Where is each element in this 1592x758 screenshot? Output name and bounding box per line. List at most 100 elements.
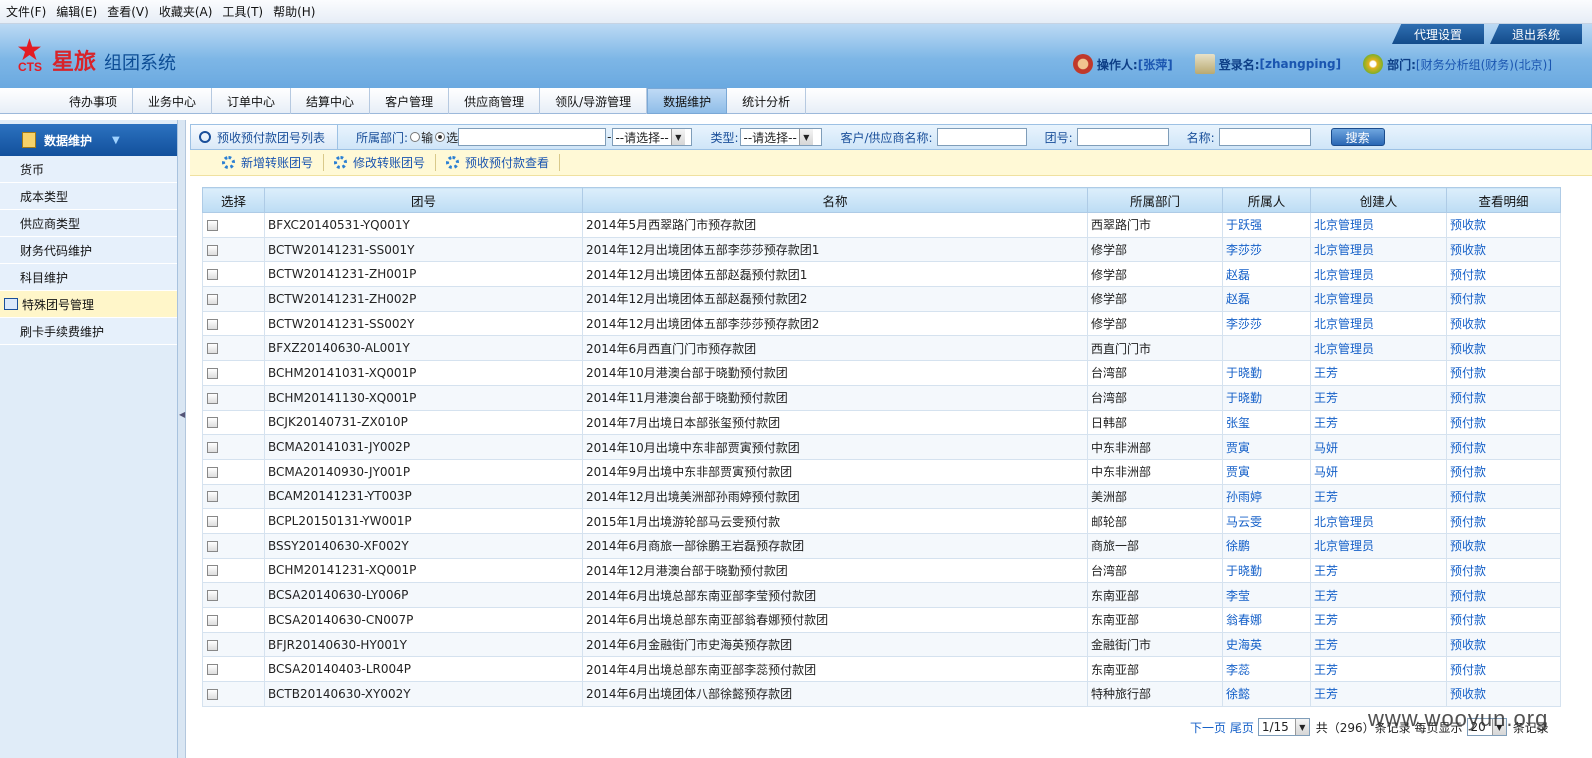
list-title-tab[interactable]: 预收预付款团号列表 xyxy=(191,125,339,149)
row-checkbox[interactable] xyxy=(207,540,218,552)
row-checkbox[interactable] xyxy=(207,466,218,478)
owner-cell[interactable]: 于跃强 xyxy=(1222,212,1311,238)
sidebar-item[interactable]: 刷卡手续费维护 xyxy=(0,318,177,345)
detail-link[interactable]: 预付款 xyxy=(1446,557,1561,584)
name-input[interactable] xyxy=(1218,128,1311,146)
menu-item[interactable]: 收藏夹(A) xyxy=(159,3,213,20)
nav-tab[interactable]: 结算中心 xyxy=(291,88,371,114)
detail-link[interactable]: 预收款 xyxy=(1446,236,1561,263)
detail-link[interactable]: 预付款 xyxy=(1446,409,1561,436)
creator-cell[interactable]: 王芳 xyxy=(1310,681,1447,707)
owner-cell[interactable]: 贾寅 xyxy=(1222,434,1311,460)
sidebar-splitter[interactable]: ◀ xyxy=(178,120,186,758)
creator-cell[interactable]: 王芳 xyxy=(1310,607,1447,633)
owner-cell[interactable]: 马云雯 xyxy=(1222,508,1311,534)
owner-cell[interactable]: 赵磊 xyxy=(1222,261,1311,288)
nav-tab[interactable]: 待办事项 xyxy=(54,88,134,114)
detail-link[interactable]: 预收款 xyxy=(1446,631,1561,658)
row-checkbox[interactable] xyxy=(207,367,218,379)
creator-cell[interactable]: 王芳 xyxy=(1310,483,1447,510)
detail-link[interactable]: 预付款 xyxy=(1446,483,1561,510)
row-checkbox[interactable] xyxy=(207,318,218,330)
owner-cell[interactable]: 于晓勤 xyxy=(1222,557,1311,584)
edit-transfer-group-button[interactable]: 修改转账团号 xyxy=(334,154,437,171)
input-mode-radio[interactable] xyxy=(410,132,421,142)
row-checkbox[interactable] xyxy=(207,664,218,676)
row-checkbox[interactable] xyxy=(207,219,218,231)
owner-cell[interactable]: 史海英 xyxy=(1222,631,1311,658)
detail-link[interactable]: 预付款 xyxy=(1446,582,1561,608)
detail-link[interactable]: 预付款 xyxy=(1446,286,1561,312)
nav-tab[interactable]: 数据维护 xyxy=(647,88,728,114)
creator-cell[interactable]: 北京管理员 xyxy=(1310,310,1447,337)
row-checkbox[interactable] xyxy=(207,293,218,305)
nav-tab[interactable]: 客户管理 xyxy=(370,88,450,114)
menu-item[interactable]: 帮助(H) xyxy=(273,3,315,20)
creator-cell[interactable]: 王芳 xyxy=(1310,631,1447,658)
creator-cell[interactable]: 王芳 xyxy=(1310,360,1447,386)
menu-item[interactable]: 查看(V) xyxy=(107,3,149,20)
nav-tab[interactable]: 订单中心 xyxy=(212,88,292,114)
detail-link[interactable]: 预付款 xyxy=(1446,384,1561,411)
row-checkbox[interactable] xyxy=(207,442,218,454)
customer-input[interactable] xyxy=(936,128,1027,146)
detail-link[interactable]: 预付款 xyxy=(1446,360,1561,386)
owner-cell[interactable] xyxy=(1222,335,1311,362)
creator-cell[interactable]: 马妍 xyxy=(1310,434,1447,460)
row-checkbox[interactable] xyxy=(207,343,218,355)
detail-link[interactable]: 预收款 xyxy=(1446,335,1561,362)
creator-cell[interactable]: 王芳 xyxy=(1310,409,1447,436)
nav-tab[interactable]: 业务中心 xyxy=(133,88,213,114)
select-mode-radio[interactable] xyxy=(435,132,446,142)
creator-cell[interactable]: 北京管理员 xyxy=(1310,532,1447,559)
nav-tab[interactable]: 统计分析 xyxy=(727,88,807,114)
row-checkbox[interactable] xyxy=(207,614,218,626)
owner-cell[interactable]: 于晓勤 xyxy=(1222,384,1311,411)
sidebar-item[interactable]: 财务代码维护 xyxy=(0,237,177,264)
menu-item[interactable]: 文件(F) xyxy=(6,3,46,20)
row-checkbox[interactable] xyxy=(207,269,218,281)
detail-link[interactable]: 预收款 xyxy=(1446,532,1561,559)
nav-tab[interactable]: 领队/导游管理 xyxy=(540,88,648,114)
detail-link[interactable]: 预收款 xyxy=(1446,310,1561,337)
detail-link[interactable]: 预付款 xyxy=(1446,434,1561,460)
sidebar-item[interactable]: 科目维护 xyxy=(0,264,177,291)
logout-button[interactable]: 退出系统 xyxy=(1490,24,1582,44)
row-checkbox[interactable] xyxy=(207,392,218,404)
row-checkbox[interactable] xyxy=(207,590,218,602)
row-checkbox[interactable] xyxy=(207,516,218,528)
creator-cell[interactable]: 北京管理员 xyxy=(1310,261,1447,288)
creator-cell[interactable]: 北京管理员 xyxy=(1310,212,1447,238)
owner-cell[interactable]: 李莹 xyxy=(1222,582,1311,608)
owner-cell[interactable]: 李莎莎 xyxy=(1222,310,1311,337)
group-no-input[interactable] xyxy=(1076,128,1169,146)
add-transfer-group-button[interactable]: 新增转账团号 xyxy=(222,154,325,171)
owner-cell[interactable]: 李莎莎 xyxy=(1222,236,1311,263)
page-select[interactable]: 1/15 ▼ xyxy=(1257,718,1310,736)
dept-select[interactable]: --请选择-- ▼ xyxy=(612,128,693,146)
creator-cell[interactable]: 北京管理员 xyxy=(1310,236,1447,263)
sidebar-item[interactable]: 成本类型 xyxy=(0,183,177,210)
creator-cell[interactable]: 北京管理员 xyxy=(1310,508,1447,534)
row-checkbox[interactable] xyxy=(207,244,218,256)
creator-cell[interactable]: 王芳 xyxy=(1310,384,1447,411)
detail-link[interactable]: 预付款 xyxy=(1446,656,1561,683)
next-last-page-links[interactable]: 下一页 尾页 xyxy=(1190,719,1254,736)
detail-link[interactable]: 预付款 xyxy=(1446,508,1561,534)
type-select[interactable]: --请选择-- ▼ xyxy=(740,128,823,146)
sidebar-item[interactable]: 特殊团号管理 xyxy=(0,291,177,318)
nav-tab[interactable]: 供应商管理 xyxy=(449,88,541,114)
sidebar-item[interactable]: 供应商类型 xyxy=(0,210,177,237)
view-prepayment-button[interactable]: 预收预付款查看 xyxy=(446,154,561,171)
detail-link[interactable]: 预付款 xyxy=(1446,458,1561,485)
creator-cell[interactable]: 马妍 xyxy=(1310,458,1447,485)
row-checkbox[interactable] xyxy=(207,417,218,429)
owner-cell[interactable]: 徐懿 xyxy=(1222,681,1311,707)
detail-link[interactable]: 预付款 xyxy=(1446,607,1561,633)
owner-cell[interactable]: 张玺 xyxy=(1222,409,1311,436)
detail-link[interactable]: 预付款 xyxy=(1446,261,1561,288)
menu-item[interactable]: 工具(T) xyxy=(222,3,263,20)
creator-cell[interactable]: 北京管理员 xyxy=(1310,286,1447,312)
proxy-settings-button[interactable]: 代理设置 xyxy=(1392,24,1484,44)
sidebar-item[interactable]: 货币 xyxy=(0,156,177,183)
